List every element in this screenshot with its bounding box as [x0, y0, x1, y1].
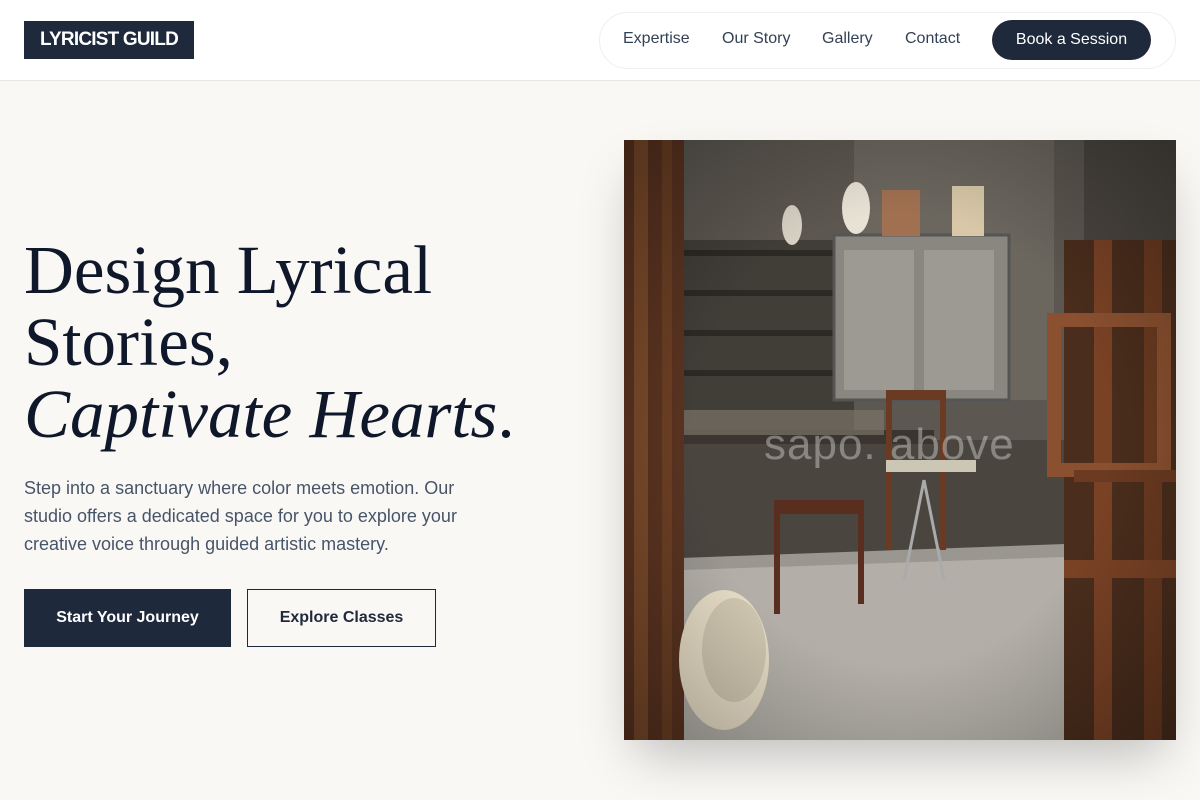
explore-classes-button[interactable]: Explore Classes	[247, 589, 436, 647]
hero-title-italic: Captivate Hearts	[24, 376, 498, 452]
start-journey-button[interactable]: Start Your Journey	[24, 589, 231, 647]
nav-link-our-story[interactable]: Our Story	[722, 29, 790, 49]
hero-title-line-3: Captivate Hearts.	[24, 378, 584, 450]
hero-title-line-1: Design Lyrical	[24, 232, 433, 308]
book-session-button[interactable]: Book a Session	[992, 20, 1151, 60]
hero-title-line-2: Stories,	[24, 304, 233, 380]
nav-link-gallery[interactable]: Gallery	[822, 29, 873, 49]
site-header: LYRICIST GUILD Expertise Our Story Galle…	[0, 0, 1200, 81]
nav-link-contact[interactable]: Contact	[905, 29, 960, 49]
nav-link-expertise[interactable]: Expertise	[623, 29, 690, 49]
hero-title-period: .	[497, 376, 515, 452]
image-watermark: sapo. above	[764, 420, 1015, 469]
hero-image: sapo. above	[624, 140, 1176, 740]
main-nav: Expertise Our Story Gallery Contact Book…	[599, 12, 1176, 69]
logo[interactable]: LYRICIST GUILD	[24, 21, 194, 59]
hero-description: Step into a sanctuary where color meets …	[24, 478, 457, 554]
hero-title: Design Lyrical Stories, Captivate Hearts…	[24, 234, 584, 450]
